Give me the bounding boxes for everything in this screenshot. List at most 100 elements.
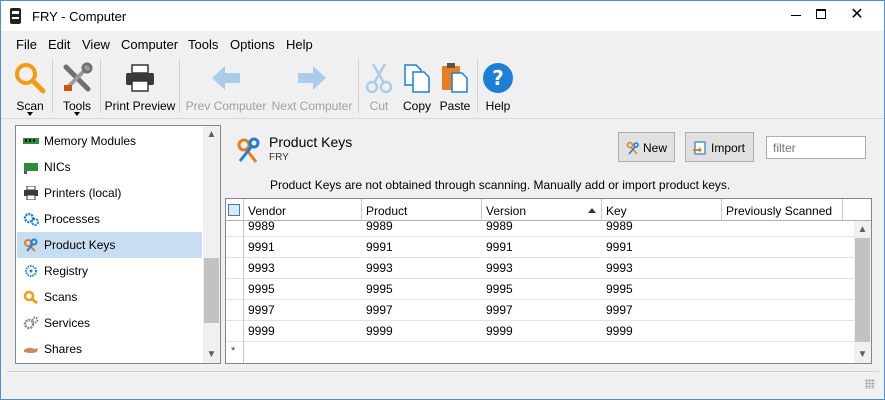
scroll-down-icon[interactable]: ▼ xyxy=(854,346,871,363)
nav-item-processes[interactable]: Processes xyxy=(17,206,202,232)
printer-icon xyxy=(126,64,154,92)
scroll-up-icon[interactable]: ▲ xyxy=(854,221,871,238)
cell-product: 9995 xyxy=(366,282,393,296)
grid-scroll-thumb[interactable] xyxy=(855,238,870,342)
tools-button[interactable]: Tools xyxy=(56,59,98,117)
nav-item-label: Processes xyxy=(44,212,101,226)
paste-label: Paste xyxy=(439,99,471,113)
product-keys-notice: Product Keys are not obtained through sc… xyxy=(270,178,731,192)
table-row[interactable]: 9989 9989 9989 9989 xyxy=(226,216,856,237)
menu-tools[interactable]: Tools xyxy=(188,37,218,52)
import-button[interactable]: Import xyxy=(685,132,754,162)
print-preview-button[interactable]: Print Preview xyxy=(104,59,176,117)
row-header[interactable] xyxy=(226,216,244,237)
help-button[interactable]: ? Help xyxy=(481,59,515,117)
toolbar: Scan Tools Print Preview Prev Computer N… xyxy=(1,55,884,119)
cogs-icon xyxy=(23,316,39,330)
cell-product: 9989 xyxy=(366,219,393,233)
new-key-icon xyxy=(626,141,639,155)
next-computer-button[interactable]: Next Computer xyxy=(269,59,355,117)
cell-vendor: 9993 xyxy=(248,261,275,275)
scroll-down-icon[interactable]: ▼ xyxy=(203,346,220,363)
table-icon xyxy=(228,204,240,216)
cell-key: 9999 xyxy=(606,324,633,338)
nav-scroll-thumb[interactable] xyxy=(204,258,219,323)
cut-button[interactable]: Cut xyxy=(363,59,395,117)
arrow-right-icon xyxy=(298,66,326,90)
product-keys-icon xyxy=(237,137,260,163)
scan-button[interactable]: Scan xyxy=(9,59,51,117)
title-bar: FRY - Computer ✕ xyxy=(1,1,884,31)
keys-icon xyxy=(24,238,38,252)
print-preview-label: Print Preview xyxy=(104,99,176,113)
tools-label: Tools xyxy=(62,99,91,113)
new-row[interactable]: * xyxy=(226,342,856,363)
nav-item-product-keys[interactable]: Product Keys xyxy=(17,232,202,258)
nav-item-label: NICs xyxy=(44,160,71,174)
row-header[interactable] xyxy=(226,258,244,279)
gears-icon xyxy=(23,212,39,226)
row-header[interactable] xyxy=(226,237,244,258)
cell-version: 9989 xyxy=(486,219,513,233)
table-row[interactable]: 9995 9995 9995 9995 xyxy=(226,279,856,300)
menu-options[interactable]: Options xyxy=(230,37,275,52)
status-bar xyxy=(7,371,879,393)
table-row[interactable]: 9997 9997 9997 9997 xyxy=(226,300,856,321)
filter-input[interactable] xyxy=(766,136,866,159)
nav-item-label: Scans xyxy=(44,290,78,304)
page-subtitle: FRY xyxy=(269,152,289,163)
resize-grip-icon[interactable] xyxy=(865,379,875,389)
nav-item-shares[interactable]: Shares xyxy=(17,336,202,362)
import-icon xyxy=(693,141,706,155)
nav-item-label: Services xyxy=(44,316,91,330)
scroll-up-icon[interactable]: ▲ xyxy=(203,126,220,143)
new-button[interactable]: New xyxy=(618,132,675,162)
arrow-left-icon xyxy=(212,66,240,90)
minimize-icon xyxy=(791,15,801,16)
table-row[interactable]: 9991 9991 9991 9991 xyxy=(226,237,856,258)
toolbar-separator xyxy=(52,59,53,113)
menu-view[interactable]: View xyxy=(82,37,110,52)
page-title: Product Keys xyxy=(269,134,353,150)
cell-vendor: 9995 xyxy=(248,282,275,296)
menu-file[interactable]: File xyxy=(16,37,37,52)
scan-label: Scan xyxy=(16,99,44,113)
cell-key: 9995 xyxy=(606,282,633,296)
nav-item-label: Shares xyxy=(44,342,83,356)
registry-icon xyxy=(25,265,37,277)
cell-vendor: 9989 xyxy=(248,219,275,233)
nav-scrollbar[interactable]: ▲ ▼ xyxy=(203,126,220,363)
nav-item-services[interactable]: Services xyxy=(17,310,202,336)
cell-product: 9991 xyxy=(366,240,393,254)
nav-item-nics[interactable]: NICs xyxy=(17,154,202,180)
next-computer-label: Next Computer xyxy=(271,99,353,113)
copy-label: Copy xyxy=(402,99,431,113)
table-row[interactable]: 9999 9999 9999 9999 xyxy=(226,321,856,342)
product-keys-grid: Vendor Product Version Key Previously Sc… xyxy=(225,198,872,364)
nav-item-scans[interactable]: Scans xyxy=(17,284,202,310)
row-header[interactable] xyxy=(226,300,244,321)
cell-vendor: 9991 xyxy=(248,240,275,254)
table-row[interactable]: 9993 9993 9993 9993 xyxy=(226,258,856,279)
window-title: FRY - Computer xyxy=(32,9,127,24)
scissors-icon xyxy=(365,63,393,94)
nav-item-registry[interactable]: Registry xyxy=(17,258,202,284)
prev-computer-button[interactable]: Prev Computer xyxy=(184,59,268,117)
maximize-button[interactable] xyxy=(805,1,837,31)
close-icon: ✕ xyxy=(850,6,864,23)
copy-button[interactable]: Copy xyxy=(399,59,435,117)
toolbar-separator xyxy=(358,59,359,113)
nav-item-printers[interactable]: Printers (local) xyxy=(17,180,202,206)
grid-scrollbar[interactable]: ▲ ▼ xyxy=(854,221,871,363)
row-header[interactable] xyxy=(226,279,244,300)
prev-computer-label: Prev Computer xyxy=(185,99,267,113)
nav-item-label: Registry xyxy=(44,264,89,278)
paste-button[interactable]: Paste xyxy=(437,59,473,117)
row-header[interactable]: * xyxy=(226,342,244,363)
nav-item-memory-modules[interactable]: Memory Modules xyxy=(17,128,202,154)
close-button[interactable]: ✕ xyxy=(841,1,873,31)
menu-computer[interactable]: Computer xyxy=(121,37,178,52)
menu-edit[interactable]: Edit xyxy=(48,37,70,52)
row-header[interactable] xyxy=(226,321,244,342)
menu-help[interactable]: Help xyxy=(286,37,313,52)
